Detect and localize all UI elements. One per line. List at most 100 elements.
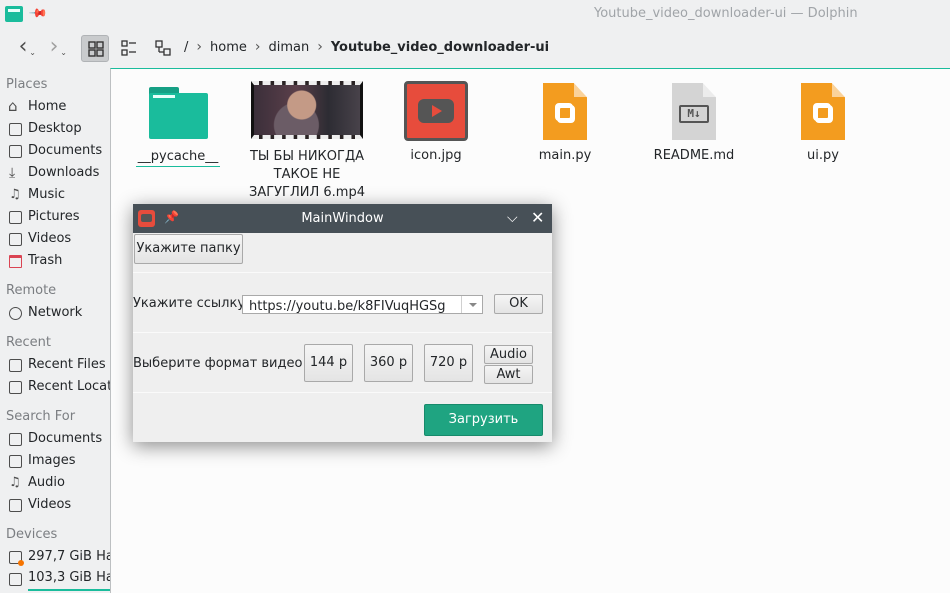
music-icon [9,184,22,206]
choose-folder-button[interactable]: Укажите папку [134,234,243,264]
audio-button[interactable]: Audio [484,345,533,364]
recent-header: Recent [6,335,51,350]
breadcrumb: / › home › diman › Youtube_video_downloa… [180,39,553,55]
desktop-icon [9,122,22,136]
youtube-image-thumbnail [404,81,468,141]
link-combobox[interactable]: https://youtu.be/k8FIVuqHGSg [242,295,483,314]
sidebar-item-documents[interactable]: Documents [0,140,110,162]
chevron-down-icon[interactable] [461,296,482,313]
videos-icon [9,232,22,246]
devices-header: Devices [6,527,58,542]
file-name: README.md [653,148,735,163]
window-title: Youtube_video_downloader-ui — Dolphin [594,6,858,21]
places-sidebar: Places Home Desktop Documents Downloads … [0,68,110,593]
recent-files-icon [9,358,22,372]
dialog-titlebar[interactable]: 📌 MainWindow ⌵ ✕ [133,204,552,233]
breadcrumb-separator-icon: › [254,39,261,55]
icons-view-button[interactable] [81,35,109,62]
sidebar-item-device-2[interactable]: 103,3 GiB Ha [0,568,110,591]
sidebar-item-trash[interactable]: Trash [0,250,110,272]
file-item-icon-jpg[interactable]: icon.jpg [371,81,501,165]
toolbar: ‹ ⌄ › ⌄ / › home › diman › Youtube_video… [0,30,950,66]
audio-icon [9,472,22,494]
dolphin-app-icon[interactable] [5,6,23,22]
divider [133,332,552,333]
python-file-icon [543,83,587,140]
minimize-chevron-icon[interactable]: ⌵ [507,210,518,226]
markdown-file-icon: M↓ [672,83,716,140]
video-thumbnail [251,81,363,139]
sidebar-item-music[interactable]: Music [0,184,110,206]
format-label: Выберите формат видео : [133,356,311,371]
network-icon [9,306,22,320]
documents-icon [9,144,22,158]
places-header: Places [6,77,48,92]
sidebar-item-search-documents[interactable]: Documents [0,428,110,450]
details-view-button[interactable] [149,35,177,62]
format-144p-button[interactable]: 144 p [304,344,353,382]
hard-drive-icon [9,572,22,586]
file-item-main-py[interactable]: main.py [500,83,630,165]
file-name: icon.jpg [410,148,462,163]
breadcrumb-root[interactable]: / [180,40,192,55]
home-icon [8,95,22,117]
file-name: __pycache__ [135,148,221,167]
ok-button[interactable]: OK [494,294,543,314]
documents-icon [9,432,22,446]
back-button[interactable]: ‹ ⌄ [12,36,36,60]
recent-locations-icon [9,380,22,394]
compact-view-icon [121,40,136,56]
sidebar-item-desktop[interactable]: Desktop [0,118,110,140]
hard-drive-icon [9,550,24,566]
trash-icon [9,254,22,268]
breadcrumb-home[interactable]: home [206,40,251,55]
link-value: https://youtu.be/k8FIVuqHGSg [249,299,446,314]
sidebar-item-search-images[interactable]: Images [0,450,110,472]
sidebar-item-network[interactable]: Network [0,302,110,324]
search-for-header: Search For [6,409,76,424]
pictures-icon [9,210,22,224]
format-360p-button[interactable]: 360 p [364,344,413,382]
sidebar-item-home[interactable]: Home [0,95,110,118]
breadcrumb-separator-icon: › [196,39,202,55]
videos-icon [9,498,22,512]
file-item-video[interactable]: ТЫ БЫ НИКОГДА ТАКОЕ НЕ ЗАГУГЛИЛ 6.mp4 [242,81,372,202]
python-file-icon [801,83,845,140]
file-item-pycache[interactable]: __pycache__ [113,87,243,167]
link-label: Укажите ссылку : [133,296,254,311]
compact-view-button[interactable] [115,35,143,62]
file-item-ui-py[interactable]: ui.py [758,83,888,165]
divider [133,272,552,273]
file-name: ui.py [807,148,839,163]
window-titlebar: 📌 Youtube_video_downloader-ui — Dolphin [0,0,950,30]
forward-button[interactable]: › ⌄ [43,36,67,60]
sidebar-item-pictures[interactable]: Pictures [0,206,110,228]
dialog-title: MainWindow [301,211,384,226]
file-name: main.py [538,148,592,163]
sidebar-item-videos[interactable]: Videos [0,228,110,250]
close-icon[interactable]: ✕ [531,208,544,227]
sidebar-item-search-videos[interactable]: Videos [0,494,110,516]
remote-header: Remote [6,283,57,298]
breadcrumb-separator-icon: › [317,39,323,55]
folder-icon [148,87,208,139]
images-icon [9,454,22,468]
format-720p-button[interactable]: 720 p [424,344,473,382]
file-item-readme[interactable]: M↓ README.md [629,83,759,165]
pin-icon[interactable]: 📌 [28,3,48,23]
sidebar-item-downloads[interactable]: Downloads [0,162,110,184]
sidebar-item-device-1[interactable]: 297,7 GiB Ha [0,546,110,568]
icons-view-icon [88,41,104,57]
downloads-icon [9,162,22,184]
sidebar-item-search-audio[interactable]: Audio [0,472,110,494]
breadcrumb-diman[interactable]: diman [264,40,313,55]
main-window-dialog: 📌 MainWindow ⌵ ✕ Укажите папку Укажите с… [133,204,552,442]
awt-button[interactable]: Awt [484,365,533,384]
sidebar-item-recent-locations[interactable]: Recent Locat [0,376,110,398]
divider [133,392,552,393]
download-button[interactable]: Загрузить [424,404,543,436]
sidebar-item-recent-files[interactable]: Recent Files [0,354,110,376]
details-view-icon [155,40,171,56]
breadcrumb-current[interactable]: Youtube_video_downloader-ui [327,40,553,55]
file-name: ТЫ БЫ НИКОГДА ТАКОЕ НЕ ЗАГУГЛИЛ 6.mp4 [248,149,365,200]
